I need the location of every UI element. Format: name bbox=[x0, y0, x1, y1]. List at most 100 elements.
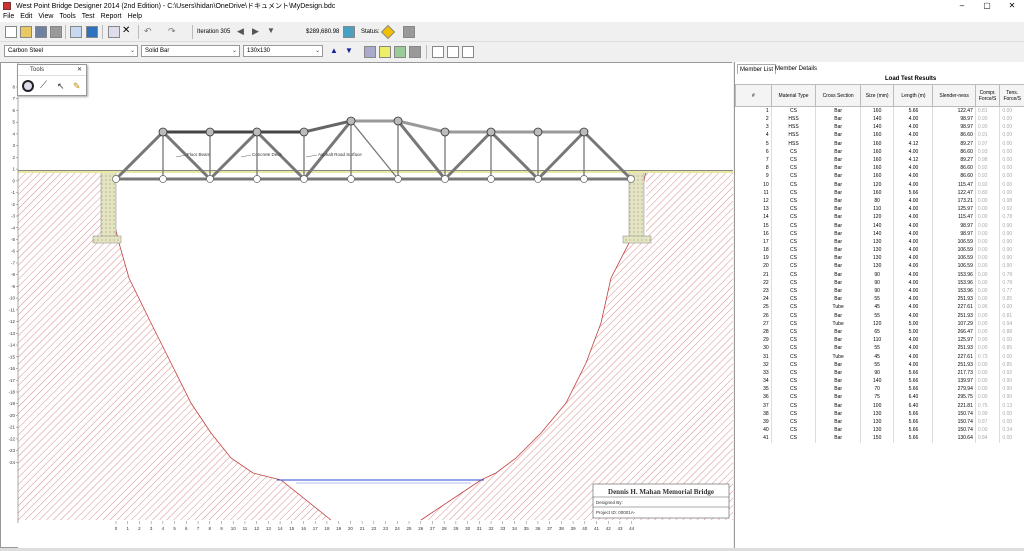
table-row[interactable]: 4 HSS Bar 160 4.00 86.60 0.91 0.00 bbox=[735, 131, 1024, 140]
table-row[interactable]: 7 CS Bar 160 4.12 89.27 0.98 0.00 bbox=[735, 155, 1024, 165]
save-icon[interactable] bbox=[35, 26, 47, 38]
table-row[interactable]: 13 CS Bar 110 4.00 125.97 0.00 0.92 bbox=[735, 205, 1024, 214]
section-select[interactable]: Solid Bar ⌄ bbox=[141, 45, 240, 57]
cost-report-icon[interactable] bbox=[343, 26, 355, 38]
table-row[interactable]: 12 CS Bar 80 4.00 173.21 0.00 0.98 bbox=[735, 196, 1024, 206]
menu-report[interactable]: Report bbox=[98, 12, 125, 22]
column-header[interactable]: Slender-ness bbox=[932, 84, 976, 107]
coarse-grid-icon[interactable] bbox=[432, 46, 444, 58]
new-file-icon[interactable] bbox=[5, 26, 17, 38]
size-select[interactable]: 130x130 ⌄ bbox=[243, 45, 323, 57]
forward-arrow-icon[interactable]: ▶ bbox=[252, 26, 264, 38]
load-test-icon[interactable] bbox=[86, 26, 98, 38]
table-row[interactable]: 23 CS Bar 90 4.00 153.96 0.00 0.77 bbox=[735, 286, 1024, 296]
table-row[interactable]: 28 CS Bar 65 5.00 266.47 0.00 0.88 bbox=[735, 327, 1024, 337]
table-row[interactable]: 30 CS Bar 55 4.00 251.93 0.00 0.85 bbox=[735, 344, 1024, 353]
table-cell: 0.96 bbox=[975, 303, 1001, 312]
menu-edit[interactable]: Edit bbox=[17, 12, 35, 22]
rulers-icon[interactable] bbox=[409, 46, 421, 58]
table-row[interactable]: 14 CS Bar 120 4.00 115.47 0.00 0.78 bbox=[735, 213, 1024, 222]
table-row[interactable]: 24 CS Bar 55 4.00 251.93 0.00 0.85 bbox=[735, 295, 1024, 304]
table-row[interactable]: 27 CS Tube 120 5.00 107.29 0.00 0.94 bbox=[735, 319, 1024, 328]
print-icon[interactable] bbox=[50, 26, 62, 38]
table-row[interactable]: 9 CS Bar 160 4.00 86.60 0.92 0.00 bbox=[735, 172, 1024, 181]
y-tick-label: -8 bbox=[11, 272, 15, 277]
back-arrow-icon[interactable]: ◀ bbox=[237, 26, 249, 38]
table-row[interactable]: 6 CS Bar 160 4.00 86.60 0.93 0.00 bbox=[735, 147, 1024, 156]
table-row[interactable]: 11 CS Bar 160 5.66 122.47 0.80 0.00 bbox=[735, 188, 1024, 197]
table-row[interactable]: 8 CS Bar 160 4.00 86.60 0.92 0.00 bbox=[735, 164, 1024, 173]
tab-member-details[interactable]: Member Details bbox=[773, 64, 819, 74]
column-header[interactable]: # bbox=[735, 84, 772, 107]
table-row[interactable]: 39 CS Bar 130 5.66 150.74 0.87 0.00 bbox=[735, 417, 1024, 427]
open-folder-icon[interactable] bbox=[20, 26, 32, 38]
members-icon[interactable] bbox=[394, 46, 406, 58]
medium-grid-icon[interactable] bbox=[447, 46, 459, 58]
table-row[interactable]: 21 CS Bar 90 4.00 153.96 0.00 0.78 bbox=[735, 270, 1024, 279]
table-row[interactable]: 41 CS Bar 150 5.66 130.64 0.84 0.00 bbox=[735, 434, 1024, 443]
table-row[interactable]: 32 CS Bar 55 4.00 251.93 0.00 0.85 bbox=[735, 360, 1024, 369]
menu-tools[interactable]: Tools bbox=[56, 12, 78, 22]
table-row[interactable]: 37 CS Bar 100 6.40 221.81 0.76 0.13 bbox=[735, 401, 1024, 410]
drawing-canvas[interactable]: Floor Beam Concrete Deck Asphalt Road Su… bbox=[0, 62, 733, 549]
table-row[interactable]: 22 CS Bar 90 4.00 153.96 0.00 0.78 bbox=[735, 278, 1024, 287]
drawing-board-icon[interactable] bbox=[70, 26, 82, 38]
maximize-button[interactable]: ▢ bbox=[975, 0, 999, 12]
redo-icon[interactable]: ↷ bbox=[168, 26, 180, 38]
menu-test[interactable]: Test bbox=[79, 12, 98, 22]
minimize-button[interactable]: – bbox=[950, 0, 974, 12]
iteration-dropdown-icon[interactable]: ▼ bbox=[267, 26, 279, 38]
table-row[interactable]: 31 CS Tube 45 4.00 227.61 0.73 0.00 bbox=[735, 352, 1024, 361]
material-select[interactable]: Carbon Steel ⌄ bbox=[4, 45, 138, 57]
joints-tool-icon[interactable] bbox=[22, 80, 34, 92]
table-row[interactable]: 1 CS Bar 160 5.66 122.47 0.81 0.00 bbox=[735, 106, 1024, 115]
table-row[interactable]: 29 CS Bar 110 4.00 125.97 0.90 0.00 bbox=[735, 336, 1024, 345]
table-row[interactable]: 38 CS Bar 130 5.66 150.74 0.99 0.00 bbox=[735, 409, 1024, 418]
size-up-icon[interactable]: ▲ bbox=[330, 46, 342, 58]
table-row[interactable]: 36 CS Bar 75 6.40 295.75 0.00 0.90 bbox=[735, 393, 1024, 402]
menu-view[interactable]: View bbox=[35, 12, 56, 22]
size-down-icon[interactable]: ▼ bbox=[345, 46, 357, 58]
menu-help[interactable]: Help bbox=[125, 12, 145, 22]
table-row[interactable]: 16 CS Bar 140 4.00 98.97 0.00 0.90 bbox=[735, 229, 1024, 238]
status-warning-icon[interactable] bbox=[380, 24, 396, 40]
table-row[interactable]: 17 CS Bar 130 4.00 106.59 0.00 0.90 bbox=[735, 237, 1024, 246]
column-header[interactable]: Material Type bbox=[770, 84, 817, 107]
table-row[interactable]: 25 CS Tube 45 4.00 227.61 0.96 0.00 bbox=[735, 303, 1024, 312]
menu-bar: File Edit View Tools Test Report Help bbox=[0, 12, 1024, 22]
fine-grid-icon[interactable] bbox=[462, 46, 474, 58]
table-row[interactable]: 26 CS Bar 55 4.00 251.93 0.00 0.81 bbox=[735, 311, 1024, 320]
table-row[interactable]: 2 HSS Bar 140 4.00 98.97 0.90 0.00 bbox=[735, 115, 1024, 124]
select-all-icon[interactable] bbox=[108, 26, 120, 38]
table-row[interactable]: 3 HSS Bar 140 4.00 98.97 0.90 0.00 bbox=[735, 123, 1024, 132]
table-row[interactable]: 10 CS Bar 120 4.00 115.47 0.92 0.00 bbox=[735, 180, 1024, 189]
labels-icon[interactable] bbox=[379, 46, 391, 58]
table-row[interactable]: 33 CS Bar 90 5.66 217.73 0.00 0.92 bbox=[735, 368, 1024, 377]
delete-icon[interactable]: ✕ bbox=[122, 26, 134, 38]
table-cell: Bar bbox=[815, 401, 861, 410]
table-row[interactable]: 5 HSS Bar 160 4.12 89.27 0.97 0.00 bbox=[735, 139, 1024, 148]
table-row[interactable]: 20 CS Bar 130 4.00 106.59 0.00 0.90 bbox=[735, 262, 1024, 271]
member-list-icon[interactable] bbox=[364, 46, 376, 58]
column-header[interactable]: Length (m) bbox=[893, 84, 934, 107]
table-cell: CS bbox=[771, 237, 817, 246]
column-header[interactable]: Compr. Force/S bbox=[974, 84, 1001, 107]
column-header[interactable]: Cross Section bbox=[815, 84, 861, 107]
eraser-tool-icon[interactable]: ✎ bbox=[73, 80, 85, 92]
tools-close-icon[interactable]: ✕ bbox=[77, 65, 82, 76]
status-grey-icon[interactable] bbox=[403, 26, 415, 38]
close-button[interactable]: ✕ bbox=[1000, 0, 1024, 12]
column-header[interactable]: Tens. Force/S bbox=[999, 84, 1024, 107]
table-row[interactable]: 34 CS Bar 140 5.66 139.97 0.00 0.90 bbox=[735, 377, 1024, 386]
table-row[interactable]: 40 CS Bar 130 5.66 150.74 0.00 0.34 bbox=[735, 426, 1024, 435]
table-row[interactable]: 19 CS Bar 130 4.00 106.59 0.00 0.90 bbox=[735, 254, 1024, 263]
tab-member-list[interactable]: Member List bbox=[737, 64, 777, 74]
table-row[interactable]: 35 CS Bar 70 5.66 279.94 0.00 0.90 bbox=[735, 385, 1024, 394]
column-header[interactable]: Size (mm) bbox=[859, 84, 895, 107]
table-row[interactable]: 18 CS Bar 130 4.00 106.59 0.00 0.90 bbox=[735, 246, 1024, 255]
select-tool-icon[interactable]: ↖ bbox=[57, 80, 69, 92]
undo-icon[interactable]: ↶ bbox=[144, 26, 156, 38]
members-tool-icon[interactable]: ⟋ bbox=[40, 80, 52, 92]
menu-file[interactable]: File bbox=[0, 12, 17, 22]
table-row[interactable]: 15 CS Bar 140 4.00 98.97 0.00 0.90 bbox=[735, 221, 1024, 230]
